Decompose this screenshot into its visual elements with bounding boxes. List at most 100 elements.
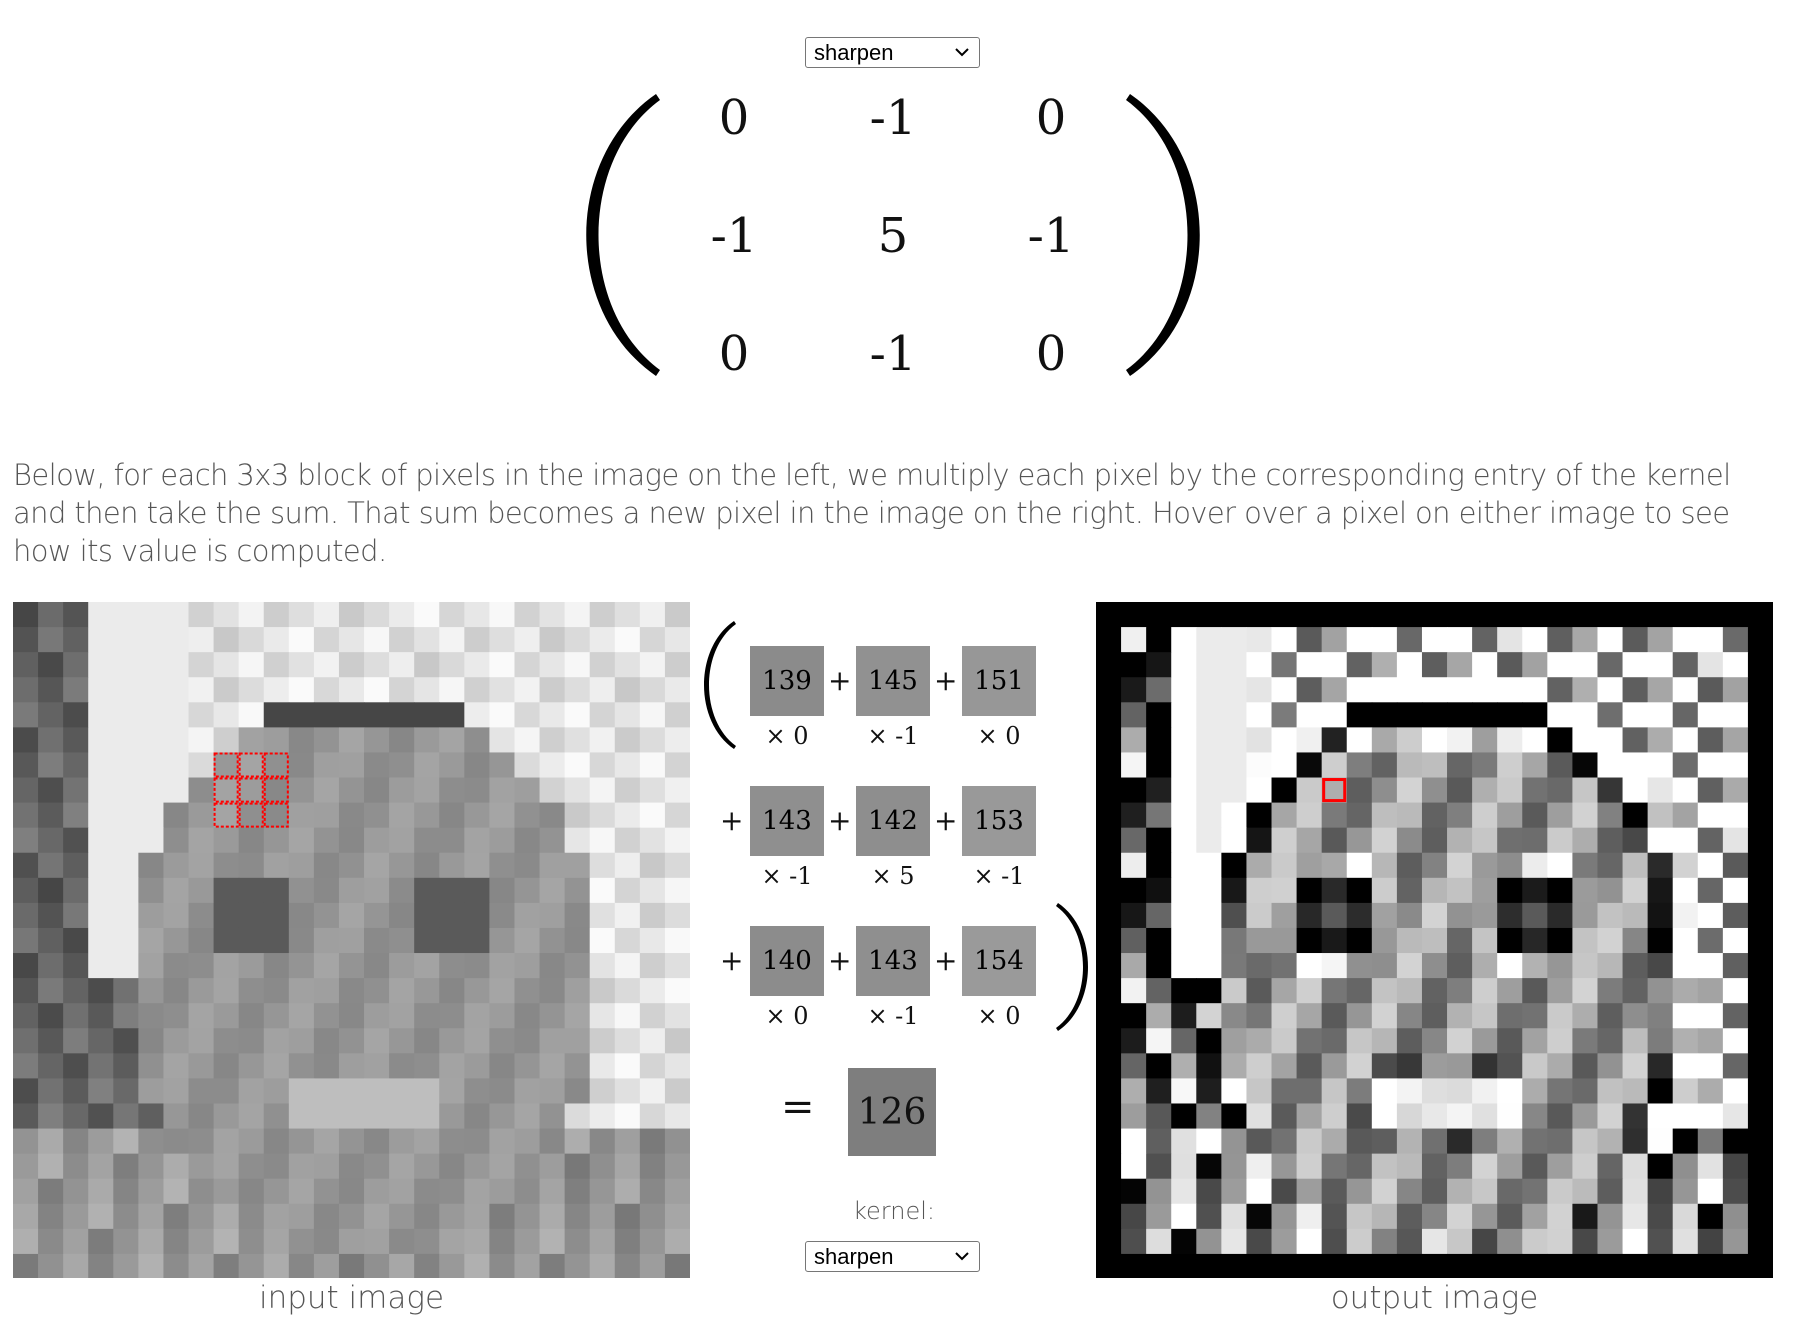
input-pixel[interactable] [288, 777, 315, 804]
output-pixel[interactable] [1522, 1028, 1548, 1054]
output-pixel[interactable] [1547, 752, 1573, 779]
input-pixel[interactable] [614, 1228, 641, 1255]
output-pixel[interactable] [1321, 1203, 1348, 1230]
output-pixel[interactable] [1697, 877, 1724, 904]
output-pixel[interactable] [1497, 953, 1523, 979]
output-pixel[interactable] [1221, 752, 1247, 779]
input-pixel[interactable] [414, 1103, 440, 1130]
input-pixel[interactable] [514, 1253, 541, 1278]
input-pixel[interactable] [464, 1153, 490, 1180]
output-pixel[interactable] [1221, 978, 1247, 1004]
input-pixel[interactable] [539, 877, 566, 904]
output-pixel[interactable] [1121, 1228, 1147, 1255]
output-pixel[interactable] [1722, 702, 1749, 728]
output-pixel[interactable] [1597, 852, 1624, 879]
output-pixel[interactable] [1697, 677, 1724, 703]
output-pixel[interactable] [1246, 677, 1273, 703]
input-pixel[interactable] [113, 1203, 139, 1230]
input-pixel[interactable] [213, 1103, 240, 1130]
output-pixel[interactable] [1522, 1153, 1548, 1180]
output-pixel[interactable] [1597, 802, 1624, 829]
output-pixel[interactable] [1371, 702, 1398, 728]
output-pixel[interactable] [1747, 1003, 1773, 1029]
output-pixel[interactable] [1572, 877, 1598, 904]
input-pixel[interactable] [564, 677, 591, 703]
input-pixel[interactable] [539, 902, 566, 929]
output-pixel[interactable] [1597, 652, 1624, 678]
output-pixel[interactable] [1096, 1153, 1122, 1180]
output-pixel[interactable] [1597, 1078, 1624, 1104]
input-pixel[interactable] [639, 1153, 666, 1180]
output-pixel[interactable] [1196, 877, 1222, 904]
input-pixel[interactable] [238, 727, 265, 753]
output-pixel[interactable] [1722, 727, 1749, 753]
output-pixel[interactable] [1346, 1028, 1373, 1054]
input-pixel[interactable] [13, 1228, 39, 1255]
output-pixel[interactable] [1346, 1078, 1373, 1104]
input-pixel[interactable] [113, 1153, 139, 1180]
input-pixel[interactable] [263, 727, 290, 753]
input-pixel[interactable] [338, 1028, 365, 1054]
output-pixel[interactable] [1622, 1178, 1649, 1205]
output-pixel[interactable] [1396, 1178, 1423, 1205]
output-pixel[interactable] [1196, 827, 1222, 854]
output-pixel[interactable] [1672, 1128, 1699, 1155]
output-pixel[interactable] [1371, 877, 1398, 904]
input-pixel[interactable] [63, 827, 89, 854]
output-pixel[interactable] [1747, 827, 1773, 854]
input-pixel[interactable] [439, 877, 465, 904]
output-pixel[interactable] [1622, 953, 1649, 979]
input-pixel[interactable] [38, 1203, 64, 1230]
output-pixel[interactable] [1722, 1053, 1749, 1079]
input-pixel[interactable] [263, 1128, 290, 1155]
input-pixel[interactable] [313, 1253, 340, 1278]
input-pixel[interactable] [338, 727, 365, 753]
output-pixel[interactable] [1522, 1078, 1548, 1104]
output-pixel[interactable] [1321, 902, 1348, 929]
output-pixel[interactable] [1096, 877, 1122, 904]
output-pixel[interactable] [1271, 1078, 1298, 1104]
output-pixel[interactable] [1171, 877, 1197, 904]
output-pixel[interactable] [1371, 1203, 1398, 1230]
input-pixel[interactable] [589, 802, 616, 829]
input-pixel[interactable] [88, 1153, 114, 1180]
output-pixel[interactable] [1722, 1078, 1749, 1104]
output-pixel[interactable] [1747, 677, 1773, 703]
output-pixel[interactable] [1221, 1228, 1247, 1255]
input-pixel[interactable] [38, 602, 64, 628]
input-pixel[interactable] [464, 627, 490, 653]
input-pixel[interactable] [13, 652, 39, 678]
output-pixel[interactable] [1572, 1153, 1598, 1180]
input-pixel[interactable] [263, 1003, 290, 1029]
input-pixel[interactable] [614, 978, 641, 1004]
output-pixel[interactable] [1271, 1178, 1298, 1205]
input-pixel[interactable] [88, 652, 114, 678]
output-pixel[interactable] [1522, 902, 1548, 929]
output-pixel[interactable] [1447, 1128, 1473, 1155]
input-pixel[interactable] [13, 702, 39, 728]
output-pixel[interactable] [1296, 1228, 1323, 1255]
input-pixel[interactable] [389, 877, 415, 904]
input-pixel[interactable] [88, 877, 114, 904]
output-pixel[interactable] [1121, 702, 1147, 728]
output-pixel[interactable] [1396, 727, 1423, 753]
output-pixel[interactable] [1396, 702, 1423, 728]
input-pixel[interactable] [88, 1078, 114, 1104]
output-pixel[interactable] [1597, 827, 1624, 854]
output-pixel[interactable] [1271, 978, 1298, 1004]
output-pixel[interactable] [1171, 1078, 1197, 1104]
input-pixel[interactable] [614, 702, 641, 728]
output-pixel[interactable] [1246, 652, 1273, 678]
input-pixel[interactable] [364, 702, 390, 728]
output-pixel[interactable] [1246, 877, 1273, 904]
input-pixel[interactable] [163, 677, 190, 703]
output-pixel[interactable] [1497, 877, 1523, 904]
input-pixel[interactable] [614, 953, 641, 979]
output-pixel[interactable] [1096, 902, 1122, 929]
input-pixel[interactable] [88, 702, 114, 728]
input-pixel[interactable] [313, 877, 340, 904]
output-pixel[interactable] [1472, 1053, 1498, 1079]
input-pixel[interactable] [639, 852, 666, 879]
output-pixel[interactable] [1447, 927, 1473, 954]
output-pixel[interactable] [1371, 1078, 1398, 1104]
